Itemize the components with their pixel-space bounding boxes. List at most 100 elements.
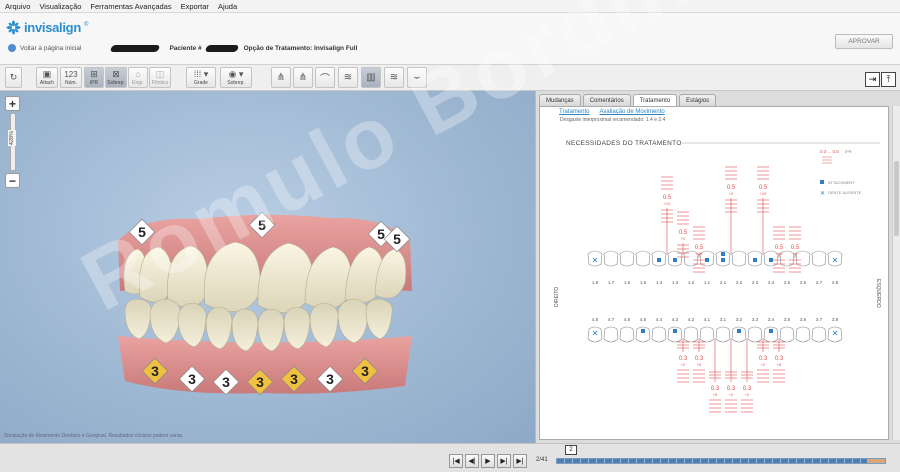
lower-ipr-label: 3 bbox=[351, 357, 379, 385]
reset-view-button[interactable]: ↻ bbox=[5, 67, 22, 88]
lower-tooth-crown bbox=[619, 326, 635, 343]
upper-tooth-crown bbox=[811, 250, 827, 267]
engr-label: Engr. bbox=[132, 80, 144, 86]
refresh-icon: ↻ bbox=[9, 71, 18, 82]
upper-tooth-number: 2.4 bbox=[768, 280, 775, 285]
lower-tooth-crown bbox=[715, 326, 731, 343]
first-stage-button[interactable]: |◀ bbox=[449, 454, 463, 468]
upper-tooth-number: 1.5 bbox=[640, 280, 647, 285]
upper-attachment bbox=[753, 258, 757, 262]
back-link[interactable]: Voltar à página inicial bbox=[20, 45, 81, 52]
menu-visualizacao[interactable]: Visualização bbox=[39, 2, 81, 11]
tab-mudancas[interactable]: Mudanças bbox=[539, 94, 581, 106]
engager-icon: ⌂ bbox=[135, 69, 141, 79]
sobrep2-label: Sobrep. bbox=[227, 80, 245, 86]
view-left-button[interactable]: ⋔ bbox=[293, 67, 313, 88]
attachment-icon: ▣ bbox=[42, 68, 52, 79]
prev-stage-button[interactable]: ◀| bbox=[465, 454, 479, 468]
lower-tooth-number: 4.8 bbox=[592, 317, 599, 322]
legend-ipr-value: 0.3 ... 0.5 bbox=[820, 149, 839, 154]
play-icon: ▶ bbox=[485, 458, 491, 465]
legend-missing-label: DENTE AUSENTE bbox=[828, 190, 862, 195]
logo-text: invisalign bbox=[24, 20, 81, 35]
view-lower-button[interactable]: ⌣ bbox=[407, 67, 427, 88]
view-right-button[interactable]: ⋔ bbox=[271, 67, 291, 88]
ipr-button[interactable]: ⊞ IPR bbox=[84, 67, 104, 88]
upper-ipr-stage: +28 bbox=[696, 251, 704, 256]
play-button[interactable]: ▶ bbox=[481, 454, 495, 468]
lower-ipr-label: 3 bbox=[178, 365, 206, 393]
lower-tooth-crown bbox=[683, 326, 699, 343]
doc-scrollbar[interactable] bbox=[892, 106, 900, 440]
tab-tratamento[interactable]: Tratamento bbox=[632, 94, 678, 106]
view-left-lateral-button[interactable]: ≋ bbox=[384, 67, 404, 88]
upper-tooth-number: 1.3 bbox=[672, 280, 679, 285]
upper-attachment bbox=[721, 258, 725, 262]
legend-ipr-label: IPR bbox=[845, 149, 852, 154]
last-stage-button[interactable]: ▶| bbox=[513, 454, 527, 468]
grid-dropdown[interactable]: ⁞⁞⁞ ▾ Grade bbox=[186, 67, 216, 88]
lower-ipr-stage: +2 bbox=[729, 392, 734, 397]
upper-tooth-number: 2.7 bbox=[816, 280, 823, 285]
lower-label-text: 3 bbox=[290, 371, 298, 387]
tab-estagios[interactable]: Estágios bbox=[679, 94, 717, 106]
menu-ferramentas[interactable]: Ferramentas Avançadas bbox=[90, 2, 171, 11]
lower-tooth-number: 4.6 bbox=[624, 317, 631, 322]
lower-label-text: 3 bbox=[222, 374, 230, 390]
back-arrow-icon[interactable] bbox=[8, 44, 16, 52]
upper-tooth-number: 2.2 bbox=[736, 280, 743, 285]
collapse-right-icon: ⇥ bbox=[868, 74, 877, 84]
engager-button[interactable]: ⌂ Engr. bbox=[128, 67, 148, 88]
superimpose-icon: ◉ ▾ bbox=[228, 68, 244, 79]
registered-mark: ® bbox=[83, 21, 89, 28]
collapse-panel-button[interactable]: ⇥ bbox=[865, 72, 880, 87]
treatment-chart: Desgaste interproximal recomendado: 1.4 … bbox=[554, 117, 881, 413]
viewport-disclaimer: Simulação de Movimento Dentário e Gengiv… bbox=[4, 433, 184, 439]
menu-ajuda[interactable]: Ajuda bbox=[218, 2, 237, 11]
lower-attachment bbox=[769, 329, 773, 333]
menu-exportar[interactable]: Exportar bbox=[181, 2, 209, 11]
lower-arch-icon: ⌣ bbox=[413, 71, 421, 83]
upper-ipr-stage: +8 bbox=[793, 251, 798, 256]
lateral-left-icon: ≋ bbox=[389, 71, 399, 83]
view-upper-button[interactable]: ⌒ bbox=[315, 67, 335, 88]
3d-viewport[interactable]: + 428% − 55553333333 Simulação de Movime… bbox=[0, 91, 535, 443]
lower-ipr-label: 3 bbox=[246, 368, 274, 396]
lateral-view-icon: ≋ bbox=[343, 71, 353, 83]
lower-label-text: 3 bbox=[151, 363, 159, 379]
lower-tooth-crown bbox=[699, 326, 715, 343]
view-front-button[interactable]: ▥ bbox=[361, 67, 381, 88]
overlay-icon: ⊠ bbox=[112, 68, 120, 79]
attach-button[interactable]: ▣ Attach bbox=[36, 67, 58, 88]
timeline-end-segment bbox=[867, 459, 885, 463]
lower-label-text: 3 bbox=[256, 374, 264, 390]
upper-label-text: 5 bbox=[393, 231, 401, 247]
upper-ipr-label: 5 bbox=[248, 211, 276, 239]
expand-panel-button[interactable]: ⤒ bbox=[881, 72, 896, 87]
numbering-icon: 123 bbox=[64, 69, 78, 79]
numbering-button[interactable]: 123 Núm. bbox=[60, 67, 82, 88]
lower-tooth-number: 3.3 bbox=[752, 317, 759, 322]
next-stage-button[interactable]: ▶| bbox=[497, 454, 511, 468]
lower-ipr-stage: +2 bbox=[745, 392, 750, 397]
tab-comentarios[interactable]: Comentários bbox=[582, 94, 631, 106]
upper-attachment bbox=[769, 258, 773, 262]
overlay-button[interactable]: ⊠ Sobrep. bbox=[105, 67, 127, 88]
upper-tooth-number: 1.2 bbox=[688, 280, 695, 285]
view-right-lateral-button[interactable]: ≋ bbox=[338, 67, 358, 88]
scroll-thumb[interactable] bbox=[894, 161, 899, 236]
superimpose-dropdown[interactable]: ◉ ▾ Sobrep. bbox=[220, 67, 252, 88]
upper-arch-icon: ⌒ bbox=[320, 73, 330, 85]
menu-arquivo[interactable]: Arquivo bbox=[5, 2, 30, 11]
stage-timeline[interactable] bbox=[556, 458, 886, 464]
approve-button[interactable]: APROVAR bbox=[835, 34, 893, 49]
current-stage-marker[interactable]: 2 bbox=[565, 445, 577, 455]
pontic-button[interactable]: ◫ Pôntico bbox=[149, 67, 171, 88]
upper-attachment bbox=[657, 258, 661, 262]
panel-buttons: ⇥ ⤒ bbox=[865, 72, 896, 87]
redacted-patient-id bbox=[204, 44, 239, 52]
upper-attachment bbox=[705, 258, 709, 262]
lower-tooth-number: 3.6 bbox=[800, 317, 807, 322]
pontico-label: Pôntico bbox=[151, 80, 169, 86]
lower-tooth-number: 3.5 bbox=[784, 317, 791, 322]
